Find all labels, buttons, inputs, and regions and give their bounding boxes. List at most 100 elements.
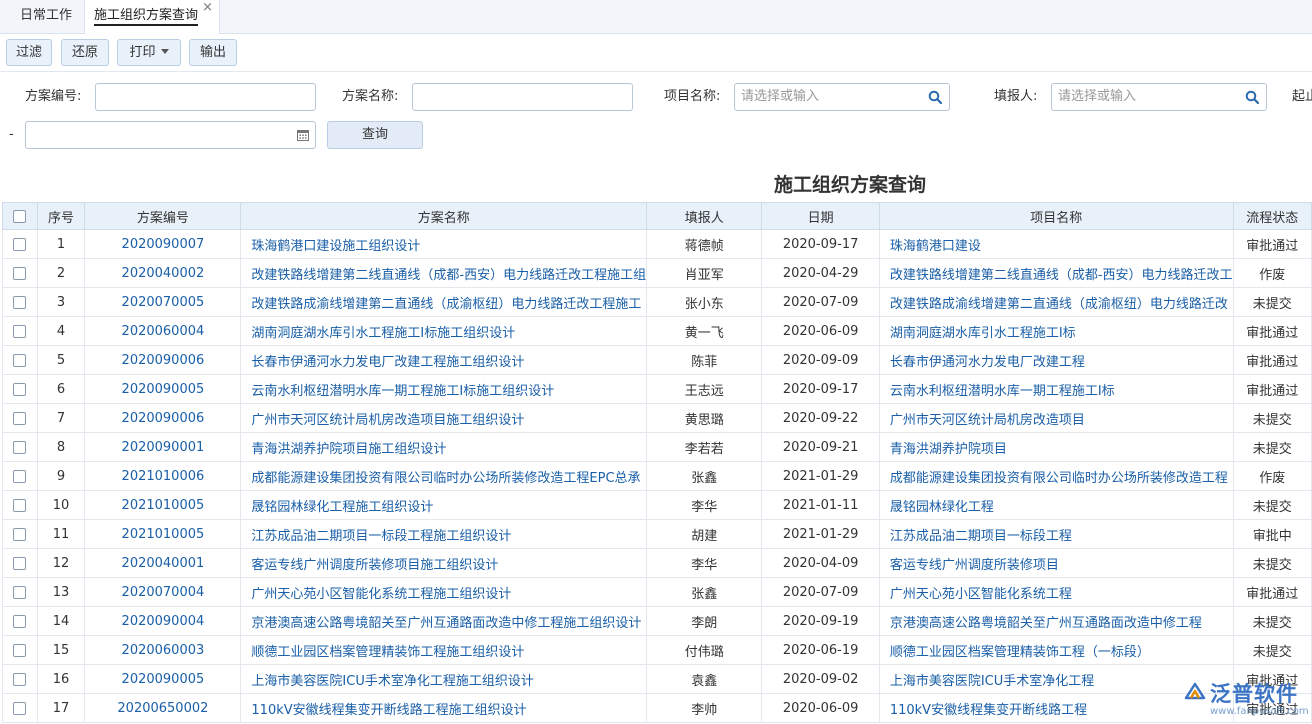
table-row[interactable]: 13 2020070004 广州天心苑小区智能化系统工程施工组织设计 张鑫 2020-0… (2, 577, 1312, 607)
row-project-name-link[interactable]: 改建铁路线增建第二线直通线（成都-西安）电力线路迁改工 (878, 258, 1234, 288)
plan-name-input[interactable] (419, 84, 632, 109)
table-row[interactable]: 3 2020070005 改建铁路成渝线增建第二直通线（成渝枢纽）电力线路迁改工程施… (2, 287, 1312, 317)
row-checkbox-cell[interactable] (2, 664, 38, 694)
plan-name-field[interactable] (412, 83, 633, 111)
table-row[interactable]: 16 2020090005 上海市美容医院ICU手术室净化工程施工组织设计 袁鑫 202… (2, 664, 1312, 694)
row-plan-name-link[interactable]: 晟铭园林绿化工程施工组织设计 (240, 490, 648, 520)
row-checkbox-cell[interactable] (2, 287, 38, 317)
filter-button[interactable]: 过滤 (6, 39, 52, 66)
row-project-name-link[interactable]: 客运专线广州调度所装修项目 (878, 548, 1234, 578)
checkbox[interactable] (13, 643, 27, 657)
search-icon[interactable] (928, 90, 942, 104)
table-row[interactable]: 15 2020060003 顺德工业园区档案管理精装饰工程施工组织设计 付伟璐 2020… (2, 635, 1312, 665)
row-project-name-link[interactable]: 晟铭园林绿化工程 (878, 490, 1234, 520)
row-project-name-link[interactable]: 顺德工业园区档案管理精装饰工程（一标段） (878, 635, 1234, 665)
row-plan-name-link[interactable]: 云南水利枢纽潜明水库一期工程施工I标施工组织设计 (240, 374, 648, 404)
table-row[interactable]: 1 2020090007 珠海鹤港口建设施工组织设计 蒋德帧 2020-09-17 珠海鹤… (2, 229, 1312, 259)
table-row[interactable]: 2 2020040002 改建铁路线增建第二线直通线（成都-西安）电力线路迁改工程施… (2, 258, 1312, 288)
checkbox[interactable] (13, 701, 27, 715)
row-checkbox-cell[interactable] (2, 374, 38, 404)
row-checkbox-cell[interactable] (2, 606, 38, 636)
checkbox[interactable] (13, 324, 27, 338)
row-plan-code-link[interactable]: 2020070005 (84, 287, 242, 317)
row-plan-code-link[interactable]: 2020060004 (84, 316, 242, 346)
row-checkbox-cell[interactable] (2, 345, 38, 375)
row-plan-name-link[interactable]: 110kV安徽线程集变开断线路工程施工组织设计 (240, 693, 648, 723)
row-plan-name-link[interactable]: 上海市美容医院ICU手术室净化工程施工组织设计 (240, 664, 648, 694)
checkbox[interactable] (13, 527, 27, 541)
table-row[interactable]: 17 20200650002 110kV安徽线程集变开断线路工程施工组织设计 李帅 20… (2, 693, 1312, 723)
table-row[interactable]: 10 2021010005 晟铭园林绿化工程施工组织设计 李华 2021-01-11 晟铭… (2, 490, 1312, 520)
row-plan-code-link[interactable]: 2021010005 (84, 519, 242, 549)
row-checkbox-cell[interactable] (2, 693, 38, 723)
row-plan-code-link[interactable]: 2021010005 (84, 490, 242, 520)
row-checkbox-cell[interactable] (2, 577, 38, 607)
checkbox[interactable] (13, 411, 27, 425)
row-checkbox-cell[interactable] (2, 461, 38, 491)
checkbox[interactable] (13, 209, 27, 223)
table-row[interactable]: 9 2021010006 成都能源建设集团投资有限公司临时办公场所装修改造工程EPC… (2, 461, 1312, 491)
project-name-field[interactable] (734, 83, 950, 111)
select-all-checkbox[interactable] (2, 202, 38, 230)
table-row[interactable]: 12 2020040001 客运专线广州调度所装修项目施工组织设计 李华 2020-04… (2, 548, 1312, 578)
row-plan-code-link[interactable]: 2020060003 (84, 635, 242, 665)
row-plan-name-link[interactable]: 青海洪湖养护院项目施工组织设计 (240, 432, 648, 462)
tab-daily-work[interactable]: 日常工作 (8, 0, 84, 33)
row-plan-code-link[interactable]: 2020090006 (84, 345, 242, 375)
row-project-name-link[interactable]: 湖南洞庭湖水库引水工程施工I标 (878, 316, 1234, 346)
table-row[interactable]: 6 2020090005 云南水利枢纽潜明水库一期工程施工I标施工组织设计 王志远 20… (2, 374, 1312, 404)
row-plan-code-link[interactable]: 2020090007 (84, 229, 242, 259)
row-checkbox-cell[interactable] (2, 548, 38, 578)
checkbox[interactable] (13, 498, 27, 512)
row-checkbox-cell[interactable] (2, 229, 38, 259)
row-plan-code-link[interactable]: 2020090005 (84, 664, 242, 694)
col-header-status[interactable]: 流程状态 (1232, 202, 1312, 230)
row-plan-name-link[interactable]: 长春市伊通河水力发电厂改建工程施工组织设计 (240, 345, 648, 375)
checkbox[interactable] (13, 585, 27, 599)
table-row[interactable]: 14 2020090004 京港澳高速公路粤境韶关至广州互通路面改造中修工程施工组织… (2, 606, 1312, 636)
row-plan-name-link[interactable]: 客运专线广州调度所装修项目施工组织设计 (240, 548, 648, 578)
row-project-name-link[interactable]: 长春市伊通河水力发电厂改建工程 (878, 345, 1234, 375)
row-plan-code-link[interactable]: 2020040002 (84, 258, 242, 288)
row-plan-code-link[interactable]: 2021010006 (84, 461, 242, 491)
checkbox[interactable] (13, 237, 27, 251)
row-plan-name-link[interactable]: 京港澳高速公路粤境韶关至广州互通路面改造中修工程施工组织设计 (240, 606, 648, 636)
row-plan-code-link[interactable]: 2020090006 (84, 403, 242, 433)
output-button[interactable]: 输出 (189, 39, 237, 66)
calendar-icon[interactable] (297, 129, 309, 141)
row-project-name-link[interactable]: 青海洪湖养护院项目 (878, 432, 1234, 462)
row-plan-name-link[interactable]: 广州市天河区统计局机房改造项目施工组织设计 (240, 403, 648, 433)
search-icon[interactable] (1245, 90, 1259, 104)
end-date-input[interactable] (32, 122, 282, 147)
row-plan-name-link[interactable]: 成都能源建设集团投资有限公司临时办公场所装修改造工程EPC总承 (240, 461, 648, 491)
row-plan-name-link[interactable]: 江苏成品油二期项目一标段工程施工组织设计 (240, 519, 648, 549)
table-row[interactable]: 8 2020090001 青海洪湖养护院项目施工组织设计 李若若 2020-09-21 青… (2, 432, 1312, 462)
row-checkbox-cell[interactable] (2, 432, 38, 462)
reset-button[interactable]: 还原 (61, 39, 109, 66)
row-plan-name-link[interactable]: 湖南洞庭湖水库引水工程施工I标施工组织设计 (240, 316, 648, 346)
row-project-name-link[interactable]: 珠海鹤港口建设 (878, 229, 1234, 259)
plan-no-field[interactable] (95, 83, 316, 111)
col-header-code[interactable]: 方案编号 (84, 202, 242, 230)
row-project-name-link[interactable]: 云南水利枢纽潜明水库一期工程施工I标 (878, 374, 1234, 404)
checkbox[interactable] (13, 266, 27, 280)
col-header-reporter[interactable]: 填报人 (646, 202, 763, 230)
checkbox[interactable] (13, 469, 27, 483)
row-plan-code-link[interactable]: 2020090005 (84, 374, 242, 404)
row-checkbox-cell[interactable] (2, 490, 38, 520)
tab-construction-plan-query[interactable]: 施工组织方案查询 × (84, 0, 220, 34)
row-project-name-link[interactable]: 广州天心苑小区智能化系统工程 (878, 577, 1234, 607)
checkbox[interactable] (13, 382, 27, 396)
reporter-field[interactable] (1051, 83, 1267, 111)
checkbox[interactable] (13, 295, 27, 309)
checkbox[interactable] (13, 440, 27, 454)
row-checkbox-cell[interactable] (2, 403, 38, 433)
row-plan-name-link[interactable]: 顺德工业园区档案管理精装饰工程施工组织设计 (240, 635, 648, 665)
close-icon[interactable]: × (202, 0, 213, 18)
row-checkbox-cell[interactable] (2, 316, 38, 346)
row-plan-name-link[interactable]: 广州天心苑小区智能化系统工程施工组织设计 (240, 577, 648, 607)
col-header-project[interactable]: 项目名称 (878, 202, 1234, 230)
row-plan-name-link[interactable]: 改建铁路成渝线增建第二直通线（成渝枢纽）电力线路迁改工程施工 (240, 287, 648, 317)
row-project-name-link[interactable]: 江苏成品油二期项目一标段工程 (878, 519, 1234, 549)
row-plan-code-link[interactable]: 20200650002 (84, 693, 242, 723)
